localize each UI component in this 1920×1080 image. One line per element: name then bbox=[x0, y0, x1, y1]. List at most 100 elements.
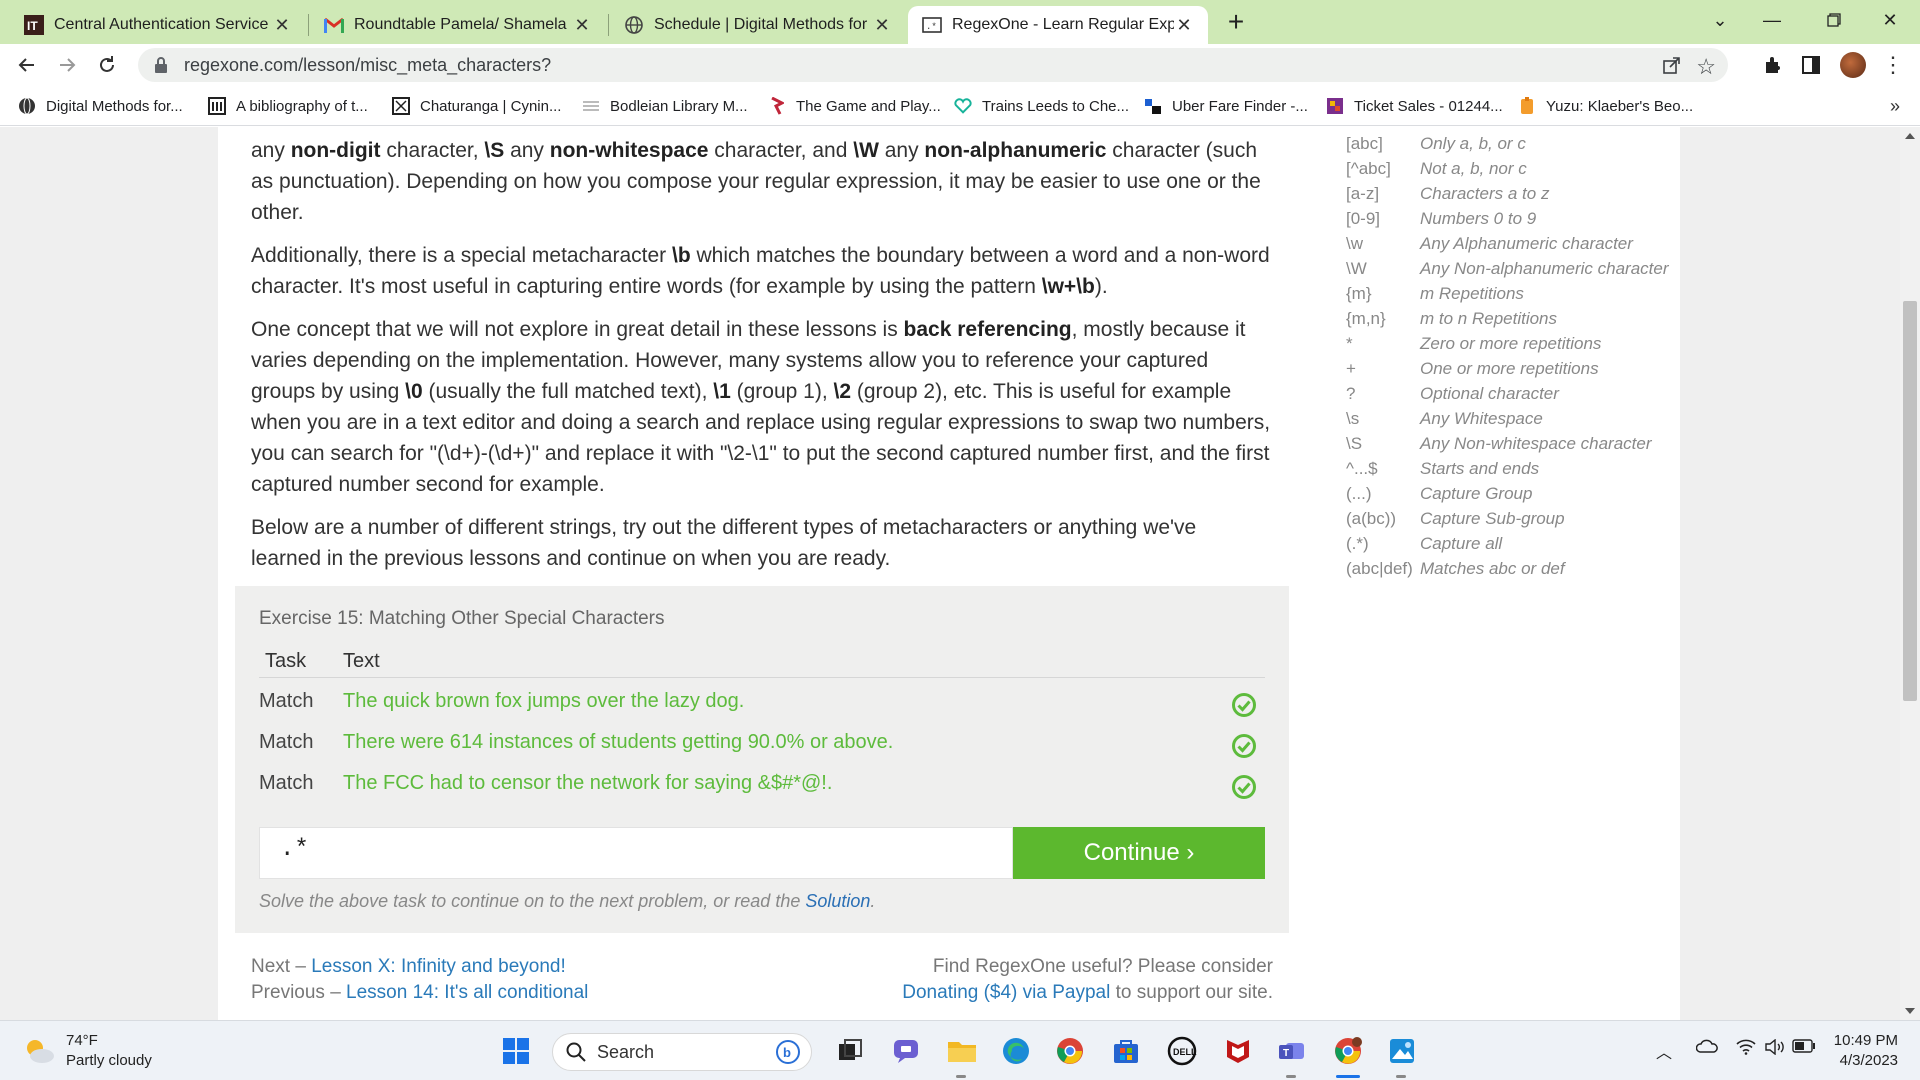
running-indicator bbox=[956, 1075, 966, 1078]
cheatsheet-description: m to n Repetitions bbox=[1420, 309, 1558, 328]
wifi-icon[interactable] bbox=[1736, 1039, 1756, 1060]
bookmark-item[interactable]: A bibliography of t... bbox=[208, 94, 368, 118]
cheatsheet-description: Numbers 0 to 9 bbox=[1420, 209, 1537, 228]
chrome-icon[interactable] bbox=[1052, 1033, 1088, 1069]
bookmark-item[interactable]: Ticket Sales - 01244... bbox=[1326, 94, 1503, 118]
page-scrollbar[interactable] bbox=[1900, 127, 1920, 1020]
tab-central-auth[interactable]: IT Central Authentication Service ✕ bbox=[10, 6, 306, 44]
url-text[interactable]: regexone.com/lesson/misc_meta_characters… bbox=[184, 55, 551, 76]
donate-link[interactable]: Donating ($4) via Paypal bbox=[902, 982, 1110, 1003]
check-circle-icon bbox=[1232, 734, 1256, 758]
close-tab-icon[interactable]: ✕ bbox=[872, 15, 892, 36]
cheatsheet-row: (.*) Capture all bbox=[1346, 531, 1686, 556]
task-type: Match bbox=[259, 690, 314, 712]
lesson-paragraph: any non-digit character, \S any non-whit… bbox=[251, 139, 1261, 224]
lesson-paragraph: Below are a number of different strings,… bbox=[251, 516, 1197, 570]
bookmark-item[interactable]: Uber Fare Finder -... bbox=[1144, 94, 1308, 118]
task-text: The FCC had to censor the network for sa… bbox=[343, 772, 833, 794]
bookmark-item[interactable]: The Game and Play... bbox=[768, 94, 941, 118]
cheatsheet-description: Optional character bbox=[1420, 384, 1559, 403]
previous-lesson-link[interactable]: Lesson 14: It's all conditional bbox=[346, 982, 588, 1003]
address-bar[interactable]: regexone.com/lesson/misc_meta_characters… bbox=[138, 48, 1728, 82]
menu-kebab-icon[interactable]: ⋮ bbox=[1880, 52, 1906, 78]
chrome-profile-icon[interactable] bbox=[1330, 1033, 1366, 1069]
photos-icon[interactable] bbox=[1384, 1033, 1420, 1069]
close-tab-icon[interactable]: ✕ bbox=[1174, 15, 1194, 36]
close-tab-icon[interactable]: ✕ bbox=[272, 15, 292, 36]
side-panel-icon[interactable] bbox=[1798, 52, 1824, 78]
cheatsheet-row: [0-9] Numbers 0 to 9 bbox=[1346, 206, 1686, 231]
microsoft-store-icon[interactable] bbox=[1108, 1033, 1144, 1069]
bookmark-item[interactable]: Yuzu: Klaeber's Beo... bbox=[1518, 94, 1693, 118]
close-window-button[interactable]: ✕ bbox=[1862, 0, 1918, 40]
cheatsheet-row: [^abc] Not a, b, nor c bbox=[1346, 156, 1686, 181]
regexone-icon: .* bbox=[922, 15, 942, 35]
tray-overflow-icon[interactable]: ︿ bbox=[1656, 1039, 1672, 1063]
bookmark-item[interactable]: Digital Methods for... bbox=[18, 94, 183, 118]
tab-regexone[interactable]: .* RegexOne - Learn Regular Expres ✕ bbox=[908, 6, 1208, 44]
weather-widget[interactable]: 74°F Partly cloudy bbox=[22, 1031, 152, 1071]
library-icon bbox=[208, 97, 226, 115]
cheatsheet-symbol: (abc|def) bbox=[1346, 559, 1413, 578]
tab-separator bbox=[308, 14, 309, 36]
cheatsheet-symbol: ? bbox=[1346, 384, 1356, 403]
regex-input[interactable]: .* bbox=[259, 827, 1013, 879]
teams-chat-icon[interactable] bbox=[888, 1033, 924, 1069]
share-icon[interactable] bbox=[1662, 55, 1682, 80]
teams-icon[interactable]: T bbox=[1274, 1033, 1310, 1069]
lock-icon[interactable] bbox=[152, 56, 170, 74]
edge-icon[interactable] bbox=[998, 1033, 1034, 1069]
cheatsheet-description: Any Non-whitespace character bbox=[1420, 434, 1652, 453]
cheatsheet-row: + One or more repetitions bbox=[1346, 356, 1686, 381]
dell-icon[interactable]: DELL bbox=[1164, 1033, 1200, 1069]
bookmark-label: A bibliography of t... bbox=[236, 97, 368, 115]
extensions-icon[interactable] bbox=[1760, 52, 1786, 78]
svg-text:T: T bbox=[1283, 1048, 1289, 1059]
tab-schedule[interactable]: Schedule | Digital Methods for Hi ✕ bbox=[610, 6, 906, 44]
clock-date: 4/3/2023 bbox=[1839, 1052, 1898, 1069]
solution-link[interactable]: Solution bbox=[805, 891, 870, 911]
browser-toolbar: regexone.com/lesson/misc_meta_characters… bbox=[0, 44, 1920, 86]
cheatsheet-row: \s Any Whitespace bbox=[1346, 406, 1686, 431]
forward-button[interactable] bbox=[50, 48, 84, 82]
restore-button[interactable] bbox=[1806, 0, 1862, 40]
continue-button[interactable]: Continue › bbox=[1013, 827, 1265, 879]
onedrive-icon[interactable] bbox=[1695, 1039, 1718, 1058]
game-icon bbox=[768, 97, 786, 115]
exercise-hint: Solve the above task to continue on to t… bbox=[259, 891, 876, 911]
volume-icon[interactable] bbox=[1764, 1038, 1786, 1060]
file-explorer-icon[interactable] bbox=[944, 1033, 980, 1069]
cheatsheet-symbol: (...) bbox=[1346, 484, 1372, 503]
clock-time: 10:49 PM bbox=[1833, 1032, 1898, 1049]
tab-title: Roundtable Pamela/ Shamela ne bbox=[354, 16, 572, 33]
cheatsheet-description: Starts and ends bbox=[1420, 459, 1540, 478]
tab-search-icon[interactable]: ⌄ bbox=[1692, 0, 1748, 40]
minimize-button[interactable]: — bbox=[1744, 0, 1800, 40]
next-lesson-link[interactable]: Lesson X: Infinity and beyond! bbox=[311, 956, 566, 977]
cheatsheet-symbol: + bbox=[1346, 359, 1356, 378]
scrollbar-thumb[interactable] bbox=[1903, 301, 1917, 701]
task-view-icon[interactable] bbox=[832, 1033, 868, 1069]
bookmark-item[interactable]: Bodleian Library M... bbox=[582, 94, 748, 118]
scroll-down-arrow-icon[interactable] bbox=[1905, 1008, 1915, 1014]
tab-title: RegexOne - Learn Regular Expres bbox=[952, 16, 1174, 33]
bookmarks-bar: Digital Methods for... A bibliography of… bbox=[0, 86, 1920, 126]
system-clock[interactable]: 10:49 PM 4/3/2023 bbox=[1834, 1031, 1898, 1071]
profile-avatar[interactable] bbox=[1840, 52, 1866, 78]
taskbar-search[interactable]: Search b bbox=[552, 1033, 812, 1071]
battery-icon[interactable] bbox=[1792, 1039, 1816, 1058]
new-tab-button[interactable]: + bbox=[1220, 6, 1252, 38]
reload-button[interactable] bbox=[90, 48, 124, 82]
close-tab-icon[interactable]: ✕ bbox=[572, 15, 592, 36]
cheatsheet-description: Not a, b, nor c bbox=[1420, 159, 1527, 178]
start-button[interactable] bbox=[498, 1033, 534, 1069]
bookmark-item[interactable]: Trains Leeds to Che... bbox=[954, 94, 1129, 118]
bookmark-star-icon[interactable]: ☆ bbox=[1696, 54, 1716, 80]
bookmark-item[interactable]: Chaturanga | Cynin... bbox=[392, 94, 561, 118]
scroll-up-arrow-icon[interactable] bbox=[1905, 133, 1915, 139]
back-button[interactable] bbox=[10, 48, 44, 82]
bookmarks-overflow-button[interactable]: » bbox=[1890, 96, 1900, 117]
tab-separator bbox=[608, 14, 609, 36]
mcafee-icon[interactable] bbox=[1220, 1033, 1256, 1069]
tab-roundtable[interactable]: Roundtable Pamela/ Shamela ne ✕ bbox=[310, 6, 606, 44]
